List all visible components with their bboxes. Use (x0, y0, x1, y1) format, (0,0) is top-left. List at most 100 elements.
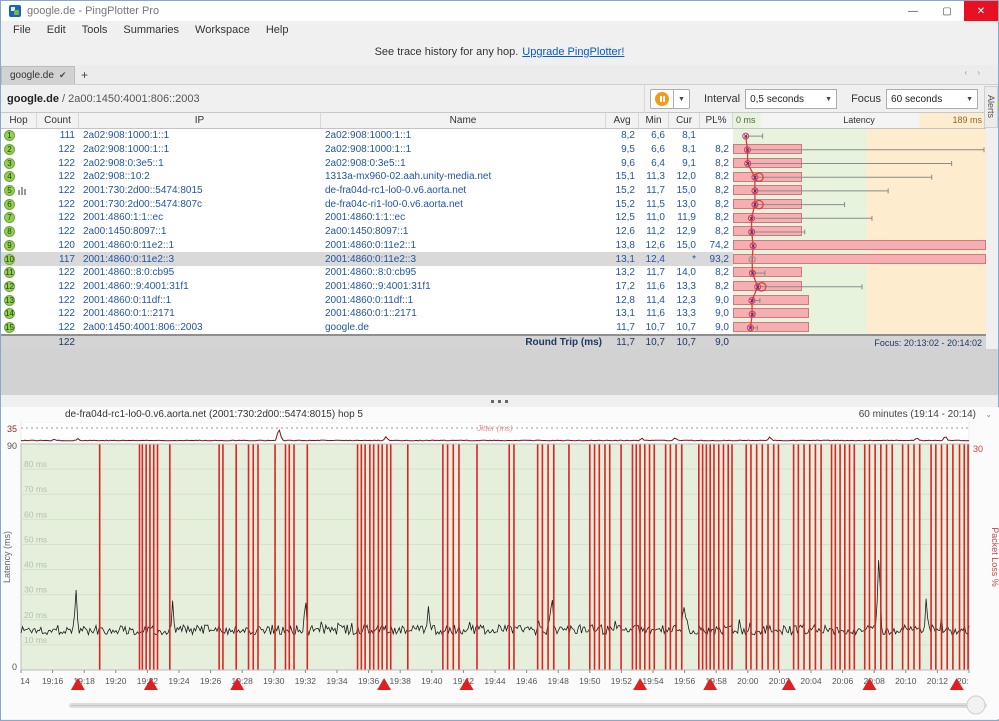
packet-loss-bar (733, 308, 809, 318)
latency-timeline-chart[interactable]: 35Jitter (ms)10 ms20 ms30 ms40 ms50 ms60… (1, 422, 999, 719)
timeline-scroll-handle[interactable] (967, 696, 985, 714)
latency-cell (733, 156, 986, 170)
svg-text:10 ms: 10 ms (24, 635, 47, 645)
avg-cell: 13,1 (606, 254, 639, 265)
alerts-side-tab[interactable]: Alerts (984, 86, 998, 128)
table-row-hop-1[interactable]: 11112a02:908:1000:1::12a02:908:1000:1::1… (1, 129, 986, 143)
svg-text:Packet Loss %: Packet Loss % (990, 528, 999, 588)
cur-cell: 15,0 (669, 240, 700, 251)
hop-cell: 8 (1, 226, 37, 237)
menu-workspace[interactable]: Workspace (187, 22, 258, 38)
table-row-hop-9[interactable]: 91202001:4860:0:11e2::12001:4860:0:11e2:… (1, 239, 986, 253)
tab-scroll-arrows[interactable]: ‹ › (964, 68, 984, 77)
cur-cell: 15,0 (669, 185, 700, 196)
count-cell: 122 (37, 295, 79, 306)
splitter-grip-icon[interactable] (1, 395, 998, 407)
table-row-hop-15[interactable]: 151222a00:1450:4001:806::2003google.de11… (1, 321, 986, 335)
svg-text:30: 30 (973, 444, 983, 454)
table-row-hop-3[interactable]: 31222a02:908:0:3e5::12a02:908:0:3e5::19,… (1, 156, 986, 170)
hop-number-badge: 12 (4, 281, 15, 292)
hop-number-badge: 5 (4, 185, 15, 196)
timeline-graph-panel: de-fra04d-rc1-lo0-0.v6.aorta.net (2001:7… (1, 407, 999, 719)
new-tab-button[interactable]: + (75, 66, 93, 84)
col-cur[interactable]: Cur (669, 113, 700, 128)
svg-text:Latency (ms): Latency (ms) (2, 531, 12, 583)
chevron-down-icon[interactable]: ⌄ (985, 410, 992, 419)
interval-select[interactable]: 0,5 seconds▼ (745, 89, 837, 109)
focus-select[interactable]: 60 seconds▼ (886, 89, 978, 109)
min-cell: 11,5 (639, 199, 669, 210)
col-hop[interactable]: Hop (1, 113, 37, 128)
packet-loss-bar (733, 281, 802, 291)
close-button[interactable]: ✕ (964, 1, 998, 21)
table-row-hop-14[interactable]: 141222001:4860:0:1::21712001:4860:0:1::2… (1, 307, 986, 321)
maximize-button[interactable]: ▢ (930, 1, 964, 21)
svg-text:19:46: 19:46 (516, 676, 538, 686)
table-row-hop-4[interactable]: 41222a02:908::10:21313a-mx960-02.aah.uni… (1, 170, 986, 184)
tab-google-de[interactable]: google.de ✔ (1, 66, 75, 84)
latency-cell (733, 225, 986, 239)
latency-cell (733, 266, 986, 280)
col-count[interactable]: Count (37, 113, 79, 128)
minimize-button[interactable]: — (896, 1, 930, 21)
name-cell: 2a02:908:1000:1::1 (321, 144, 606, 155)
menu-tools[interactable]: Tools (74, 22, 116, 38)
count-cell: 122 (37, 212, 79, 223)
table-row-hop-11[interactable]: 111222001:4860::8:0:cb952001:4860::8:0:c… (1, 266, 986, 280)
menu-summaries[interactable]: Summaries (115, 22, 187, 38)
table-row-hop-13[interactable]: 131222001:4860:0:11df::12001:4860:0:11df… (1, 293, 986, 307)
table-row-hop-2[interactable]: 21222a02:908:1000:1::12a02:908:1000:1::1… (1, 143, 986, 157)
pause-dropdown-button[interactable]: ▼ (674, 89, 690, 109)
interval-value: 0,5 seconds (750, 94, 804, 105)
col-name[interactable]: Name (321, 113, 606, 128)
latency-cell (733, 143, 986, 157)
table-row-hop-5[interactable]: 51222001:730:2d00::5474:8015de-fra04d-rc… (1, 184, 986, 198)
interval-label: Interval (704, 93, 740, 105)
col-ip[interactable]: IP (79, 113, 321, 128)
hop-number-badge: 6 (4, 199, 15, 210)
menu-help[interactable]: Help (258, 22, 297, 38)
menu-file[interactable]: File (5, 22, 39, 38)
name-cell: 2a00:1450:8097::1 (321, 226, 606, 237)
count-cell: 122 (37, 199, 79, 210)
hop-number-badge: 2 (4, 144, 15, 155)
svg-text:20:12: 20:12 (927, 676, 949, 686)
table-row-hop-6[interactable]: 61222001:730:2d00::5474:807cde-fra04c-ri… (1, 197, 986, 211)
svg-text:19:50: 19:50 (579, 676, 601, 686)
avg-cell: 12,5 (606, 212, 639, 223)
col-avg[interactable]: Avg (606, 113, 639, 128)
count-cell: 122 (37, 144, 79, 155)
table-row-hop-7[interactable]: 71222001:4860:1:1::ec2001:4860:1:1::ec12… (1, 211, 986, 225)
upgrade-notice: See trace history for any hop. Upgrade P… (1, 39, 998, 65)
cur-cell: 8,1 (669, 130, 700, 141)
rt-cur: 10,7 (669, 337, 700, 348)
latency-cell (733, 197, 986, 211)
hop-number-badge: 8 (4, 226, 15, 237)
name-cell: google.de (321, 322, 606, 333)
min-cell: 11,7 (639, 185, 669, 196)
rt-min: 10,7 (639, 337, 669, 348)
hop-table: Hop Count IP Name Avg Min Cur PL% 0 ms L… (1, 113, 986, 349)
pl-cell: 9,0 (700, 322, 733, 333)
ip-cell: 2a02:908:0:3e5::1 (79, 158, 321, 169)
pause-button[interactable] (650, 89, 674, 109)
ip-cell: 2001:4860::9:4001:31f1 (79, 281, 321, 292)
col-latency[interactable]: 0 ms Latency 189 ms (733, 113, 986, 128)
col-min[interactable]: Min (639, 113, 669, 128)
ip-cell: 2001:4860:0:11df::1 (79, 295, 321, 306)
pl-cell: 8,2 (700, 226, 733, 237)
time-range-selector[interactable]: 60 minutes (19:14 - 20:14) (859, 409, 976, 420)
upgrade-link[interactable]: Upgrade PingPlotter! (522, 46, 624, 58)
table-row-hop-8[interactable]: 81222a00:1450:8097::12a00:1450:8097::112… (1, 225, 986, 239)
count-cell: 122 (37, 281, 79, 292)
menu-edit[interactable]: Edit (39, 22, 74, 38)
hop-cell: 2 (1, 144, 37, 155)
min-cell: 11,2 (639, 226, 669, 237)
cur-cell: 12,3 (669, 295, 700, 306)
packet-loss-bar (733, 267, 802, 277)
ip-cell: 2001:730:2d00::5474:807c (79, 199, 321, 210)
table-row-hop-10[interactable]: 101172001:4860:0:11e2::32001:4860:0:11e2… (1, 252, 986, 266)
table-row-hop-12[interactable]: 121222001:4860::9:4001:31f12001:4860::9:… (1, 280, 986, 294)
col-pl[interactable]: PL% (700, 113, 733, 128)
panel-splitter[interactable] (1, 349, 998, 407)
